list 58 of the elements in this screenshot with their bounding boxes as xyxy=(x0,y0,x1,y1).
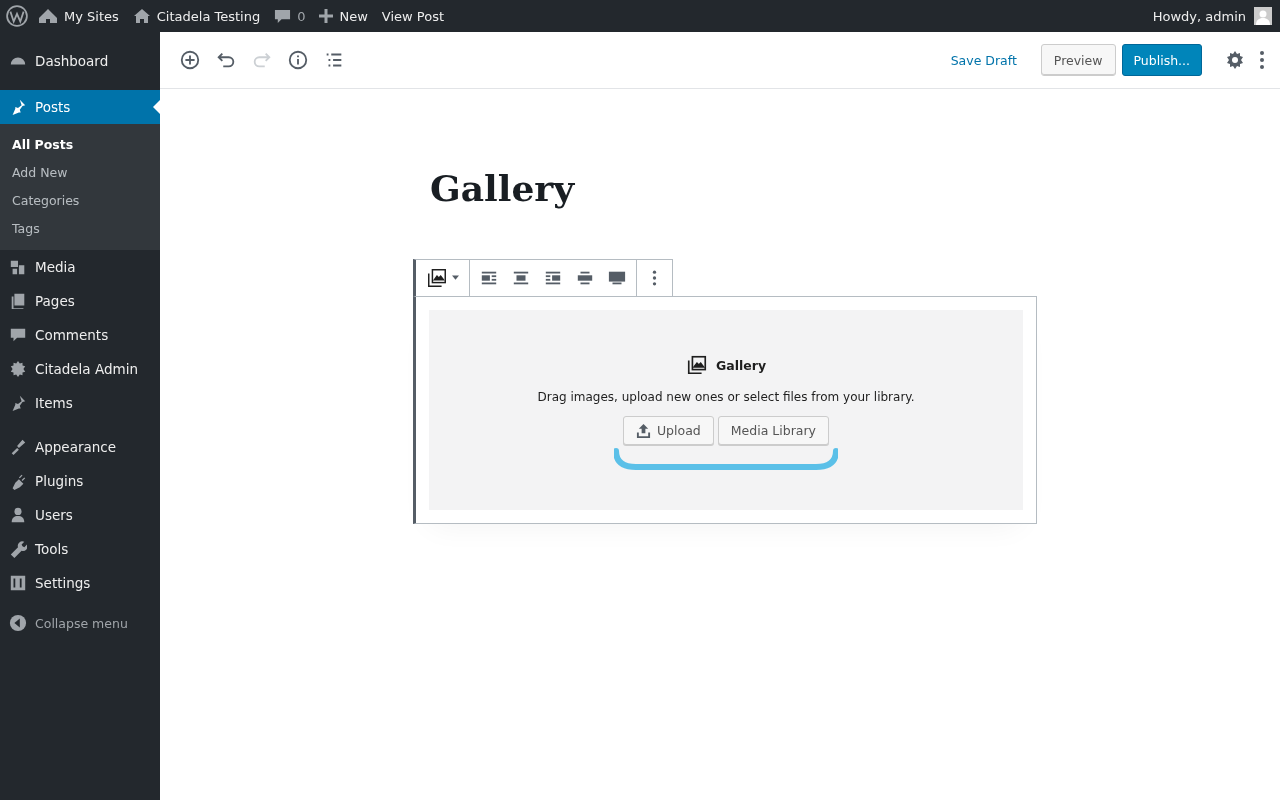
left-arrow-circle-icon xyxy=(9,614,27,632)
pages-icon xyxy=(9,292,27,310)
menu-item[interactable]: Appearance xyxy=(0,430,160,464)
menu-item[interactable]: Citadela Admin xyxy=(0,352,160,386)
menu-item[interactable]: Users xyxy=(0,498,160,532)
menu-item[interactable]: Plugins xyxy=(0,464,160,498)
collapse-menu-button[interactable]: Collapse menu xyxy=(0,606,160,640)
vertical-dots-icon xyxy=(1259,50,1265,70)
submenu-item[interactable]: Categories xyxy=(0,187,160,215)
post-title[interactable]: Gallery xyxy=(430,167,575,209)
alignment-icon xyxy=(544,269,562,287)
preview-button[interactable]: Preview xyxy=(1040,44,1116,76)
speech-bubble-icon xyxy=(274,7,292,25)
sites-menu[interactable]: My Sites xyxy=(38,8,119,24)
submenu-item[interactable]: Tags xyxy=(0,215,160,243)
gear-icon xyxy=(9,360,27,378)
menu-item[interactable]: Settings xyxy=(0,566,160,600)
publish-button[interactable]: Publish... xyxy=(1121,44,1202,76)
instructions-text: Drag images, upload new ones or select files from your library. xyxy=(537,390,915,404)
menu-item[interactable]: Pages xyxy=(0,284,160,318)
menu-item[interactable]: Posts xyxy=(0,90,160,124)
account-menu[interactable]: Howdy, admin xyxy=(1152,7,1272,25)
avatar-icon xyxy=(1254,7,1272,25)
new-menu[interactable]: New xyxy=(319,8,368,24)
menu-item[interactable]: Dashboard xyxy=(0,44,160,78)
comments-menu[interactable]: 0 xyxy=(274,7,306,25)
wrench-icon xyxy=(9,540,27,558)
gear-icon xyxy=(1225,50,1245,70)
brush-icon xyxy=(9,438,27,456)
user-icon xyxy=(9,506,27,524)
menu-item[interactable]: Comments xyxy=(0,318,160,352)
home-icon xyxy=(132,8,151,24)
view-post-link[interactable]: View Post xyxy=(381,8,445,24)
upload-button[interactable]: Upload xyxy=(622,416,714,445)
alignment-icon xyxy=(512,269,530,287)
menu-item[interactable]: Items xyxy=(0,386,160,420)
alignment-icon xyxy=(480,269,498,287)
caret-icon xyxy=(452,275,459,281)
logo-icon[interactable] xyxy=(6,5,28,27)
media-library-button[interactable]: Media Library xyxy=(717,416,829,445)
vertical-dots-icon xyxy=(652,269,657,287)
alignment-icon xyxy=(608,269,626,287)
menu-item[interactable]: Tools xyxy=(0,532,160,566)
block-title: Gallery xyxy=(715,357,767,373)
plus-icon xyxy=(319,9,334,23)
media-icon xyxy=(9,258,27,276)
gallery-icon xyxy=(426,267,448,289)
plus-circle-icon xyxy=(179,49,201,71)
info-icon xyxy=(287,49,309,71)
home-menu[interactable]: Citadela Testing xyxy=(132,8,261,24)
alignment-icon xyxy=(576,269,594,287)
upload-icon xyxy=(635,423,651,438)
submenu-item[interactable]: All Posts xyxy=(0,131,160,159)
save-draft-link[interactable]: Save Draft xyxy=(950,52,1017,68)
menu-item[interactable]: Media xyxy=(0,250,160,284)
submenu-item[interactable]: Add New xyxy=(0,159,160,187)
gallery-icon xyxy=(685,354,708,376)
gallery-block[interactable]: Gallery Drag images, upload new ones or select files from your library. Upload Media Library xyxy=(413,296,1037,524)
